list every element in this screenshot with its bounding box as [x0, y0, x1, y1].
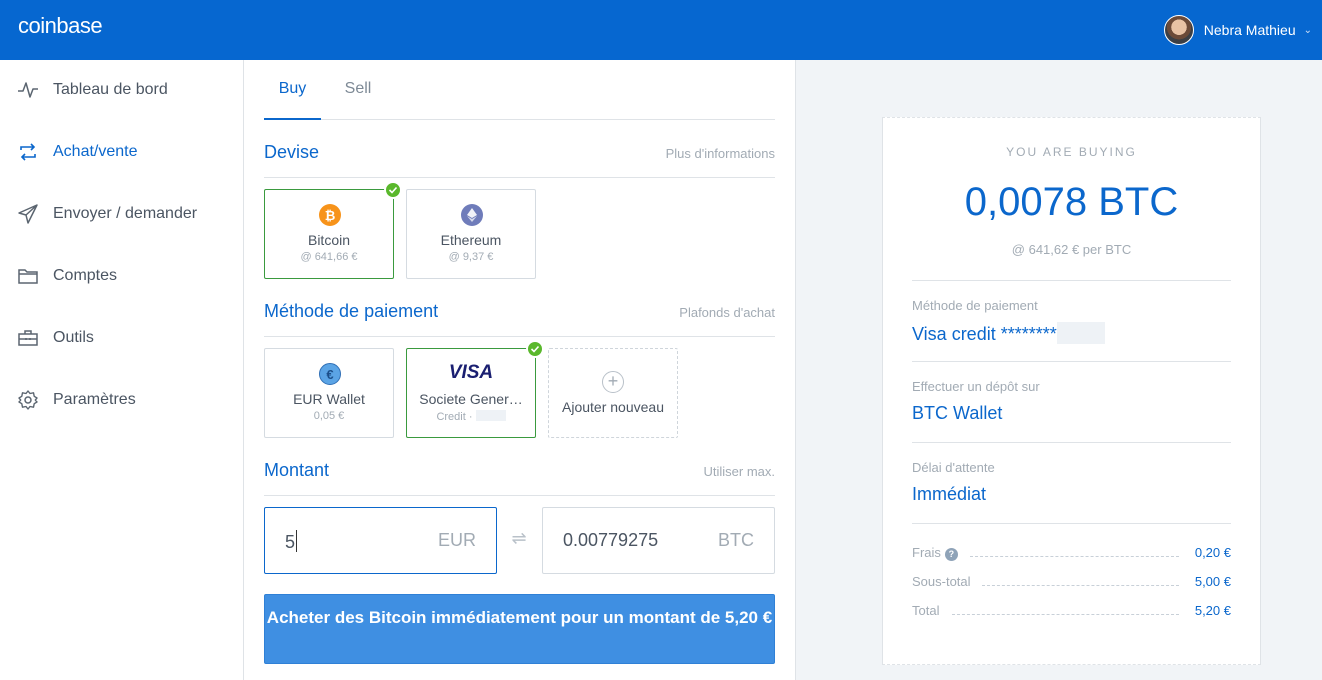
activity-icon: [17, 79, 39, 101]
sidebar-item-label: Achat/vente: [53, 143, 138, 160]
chevron-down-icon[interactable]: ⌄: [1304, 25, 1312, 36]
summary-delay-value: Immédiat: [912, 484, 987, 504]
sidebar-item-tools[interactable]: Outils: [0, 318, 243, 358]
dotted-leader: [982, 585, 1179, 586]
top-bar: coinbase Nebra Mathieu ⌄: [0, 0, 1322, 60]
crypto-unit: BTC: [718, 530, 754, 550]
currency-option-ethereum[interactable]: Ethereum @ 9,37 €: [406, 189, 536, 279]
sidebar-item-label: Outils: [53, 329, 94, 346]
amount-section-header: Montant Utiliser max.: [264, 460, 775, 496]
total-value: 5,20 €: [1186, 603, 1231, 618]
tab-bar: Buy Sell: [264, 60, 775, 120]
summary-rate: @ 641,62 € per BTC: [1011, 242, 1132, 257]
sidebar-item-send[interactable]: Envoyer / demander: [0, 194, 243, 234]
sidebar-item-dashboard[interactable]: Tableau de bord: [0, 70, 243, 110]
sidebar-item-label: Comptes: [53, 267, 118, 284]
user-menu[interactable]: Nebra Mathieu ⌄: [1163, 11, 1312, 49]
sidebar-item-label: Tableau de bord: [53, 81, 168, 98]
user-name[interactable]: Nebra Mathieu: [1204, 22, 1296, 38]
sidebar-item-buy-sell[interactable]: Achat/vente: [0, 132, 243, 172]
summary-deposit-row: Effectuer un dépôt sur BTC Wallet: [912, 361, 1231, 442]
check-icon: [384, 181, 402, 199]
summary-payment-row: Méthode de paiement Visa credit ********: [912, 280, 1231, 361]
masked-card-number: [475, 410, 506, 421]
buy-sell-panel: Buy Sell Devise Plus d'informations ₿ Bi…: [244, 60, 796, 680]
order-summary-area: YOU ARE BUYING 0,0078 BTC @ 641,62 € per…: [796, 60, 1322, 680]
text-cursor: [296, 530, 298, 552]
sidebar-item-label: Envoyer / demander: [53, 205, 198, 222]
summary-delay-row: Délai d'attente Immédiat: [912, 442, 1231, 523]
summary-payment-value: Visa credit ********: [912, 322, 1105, 345]
summary-amount: 0,0078 BTC: [964, 180, 1179, 224]
dotted-leader: [970, 556, 1179, 557]
subtotal-value: 5,00 €: [1186, 574, 1231, 589]
sidebar-item-settings[interactable]: Paramètres: [0, 380, 243, 420]
use-max-link[interactable]: Utiliser max.: [703, 464, 775, 479]
total-row: Total 5,20 €: [912, 603, 1231, 621]
masked-card-number: [1056, 322, 1105, 344]
dotted-leader: [952, 614, 1179, 615]
fiat-amount-input[interactable]: 5 EUR: [264, 507, 497, 574]
visa-logo: VISA: [448, 362, 494, 383]
summary-deposit-value: BTC Wallet: [912, 403, 1003, 423]
fiat-unit: EUR: [437, 530, 476, 550]
folder-icon: [17, 265, 39, 287]
currency-option-bitcoin[interactable]: ₿ Bitcoin @ 641,66 €: [264, 181, 402, 279]
fee-value: 0,20 €: [1186, 545, 1231, 560]
fiat-amount-value: 5: [285, 530, 298, 552]
subtotal-row: Sous-total 5,00 €: [912, 574, 1231, 592]
currency-price: @ 641,66 €: [300, 251, 358, 263]
bitcoin-icon: ₿: [319, 204, 341, 226]
toolbox-icon: [17, 327, 39, 349]
total-label: Total: [912, 603, 948, 618]
plus-icon: +: [602, 371, 624, 393]
payment-type: Credit ·: [407, 410, 535, 423]
purchase-limits-link[interactable]: Plafonds d'achat: [679, 305, 775, 320]
help-icon[interactable]: ?: [944, 548, 958, 561]
crypto-amount-input[interactable]: 0.00779275 BTC: [542, 507, 775, 574]
payment-option-eur-wallet[interactable]: € EUR Wallet 0,05 €: [264, 348, 394, 438]
subtotal-label: Sous-total: [912, 574, 979, 589]
currency-price: @ 9,37 €: [448, 251, 494, 263]
currency-section-header: Devise Plus d'informations: [264, 142, 775, 178]
euro-icon: €: [319, 363, 341, 385]
currency-title: Devise: [264, 142, 320, 162]
payment-balance: 0,05 €: [313, 410, 345, 422]
crypto-amount-value: 0.00779275: [563, 530, 659, 550]
summary-divider: [912, 523, 1231, 524]
currency-name: Ethereum: [440, 232, 502, 248]
payment-section-header: Méthode de paiement Plafonds d'achat: [264, 301, 775, 337]
ethereum-icon: [461, 204, 483, 226]
payment-name: EUR Wallet: [293, 391, 365, 407]
payment-option-visa[interactable]: VISA Societe Gener… Credit ·: [406, 340, 544, 438]
order-summary-card: YOU ARE BUYING 0,0078 BTC @ 641,62 € per…: [882, 117, 1261, 665]
summary-delay-label: Délai d'attente: [912, 460, 995, 475]
payment-name: Societe Gener…: [419, 391, 523, 407]
payment-title: Méthode de paiement: [264, 301, 439, 321]
add-payment-method-button[interactable]: + Ajouter nouveau: [548, 348, 678, 438]
swap-icon[interactable]: ⇌: [508, 528, 530, 550]
tab-sell[interactable]: Sell: [336, 60, 380, 120]
sidebar-item-label: Paramètres: [53, 391, 136, 408]
summary-payment-label: Méthode de paiement: [912, 298, 1038, 313]
sidebar: Tableau de bord Achat/vente Envoyer / de…: [0, 60, 244, 680]
gear-icon: [17, 389, 39, 411]
tab-buy[interactable]: Buy: [264, 60, 321, 120]
fee-row: Frais? 0,20 €: [912, 545, 1231, 563]
currency-name: Bitcoin: [307, 232, 351, 248]
more-info-link[interactable]: Plus d'informations: [666, 146, 775, 161]
fee-label: Frais?: [912, 545, 966, 561]
refresh-icon: [17, 141, 39, 163]
buy-now-button[interactable]: Acheter des Bitcoin immédiatement pour u…: [264, 594, 775, 664]
sidebar-item-accounts[interactable]: Comptes: [0, 256, 243, 296]
amount-title: Montant: [264, 460, 330, 480]
check-icon: [526, 340, 544, 358]
avatar[interactable]: [1163, 15, 1194, 45]
summary-eyebrow: YOU ARE BUYING: [1006, 145, 1137, 159]
coinbase-logo[interactable]: coinbase: [18, 13, 103, 39]
add-new-label: Ajouter nouveau: [562, 399, 664, 415]
summary-deposit-label: Effectuer un dépôt sur: [912, 379, 1040, 394]
send-icon: [17, 203, 39, 225]
